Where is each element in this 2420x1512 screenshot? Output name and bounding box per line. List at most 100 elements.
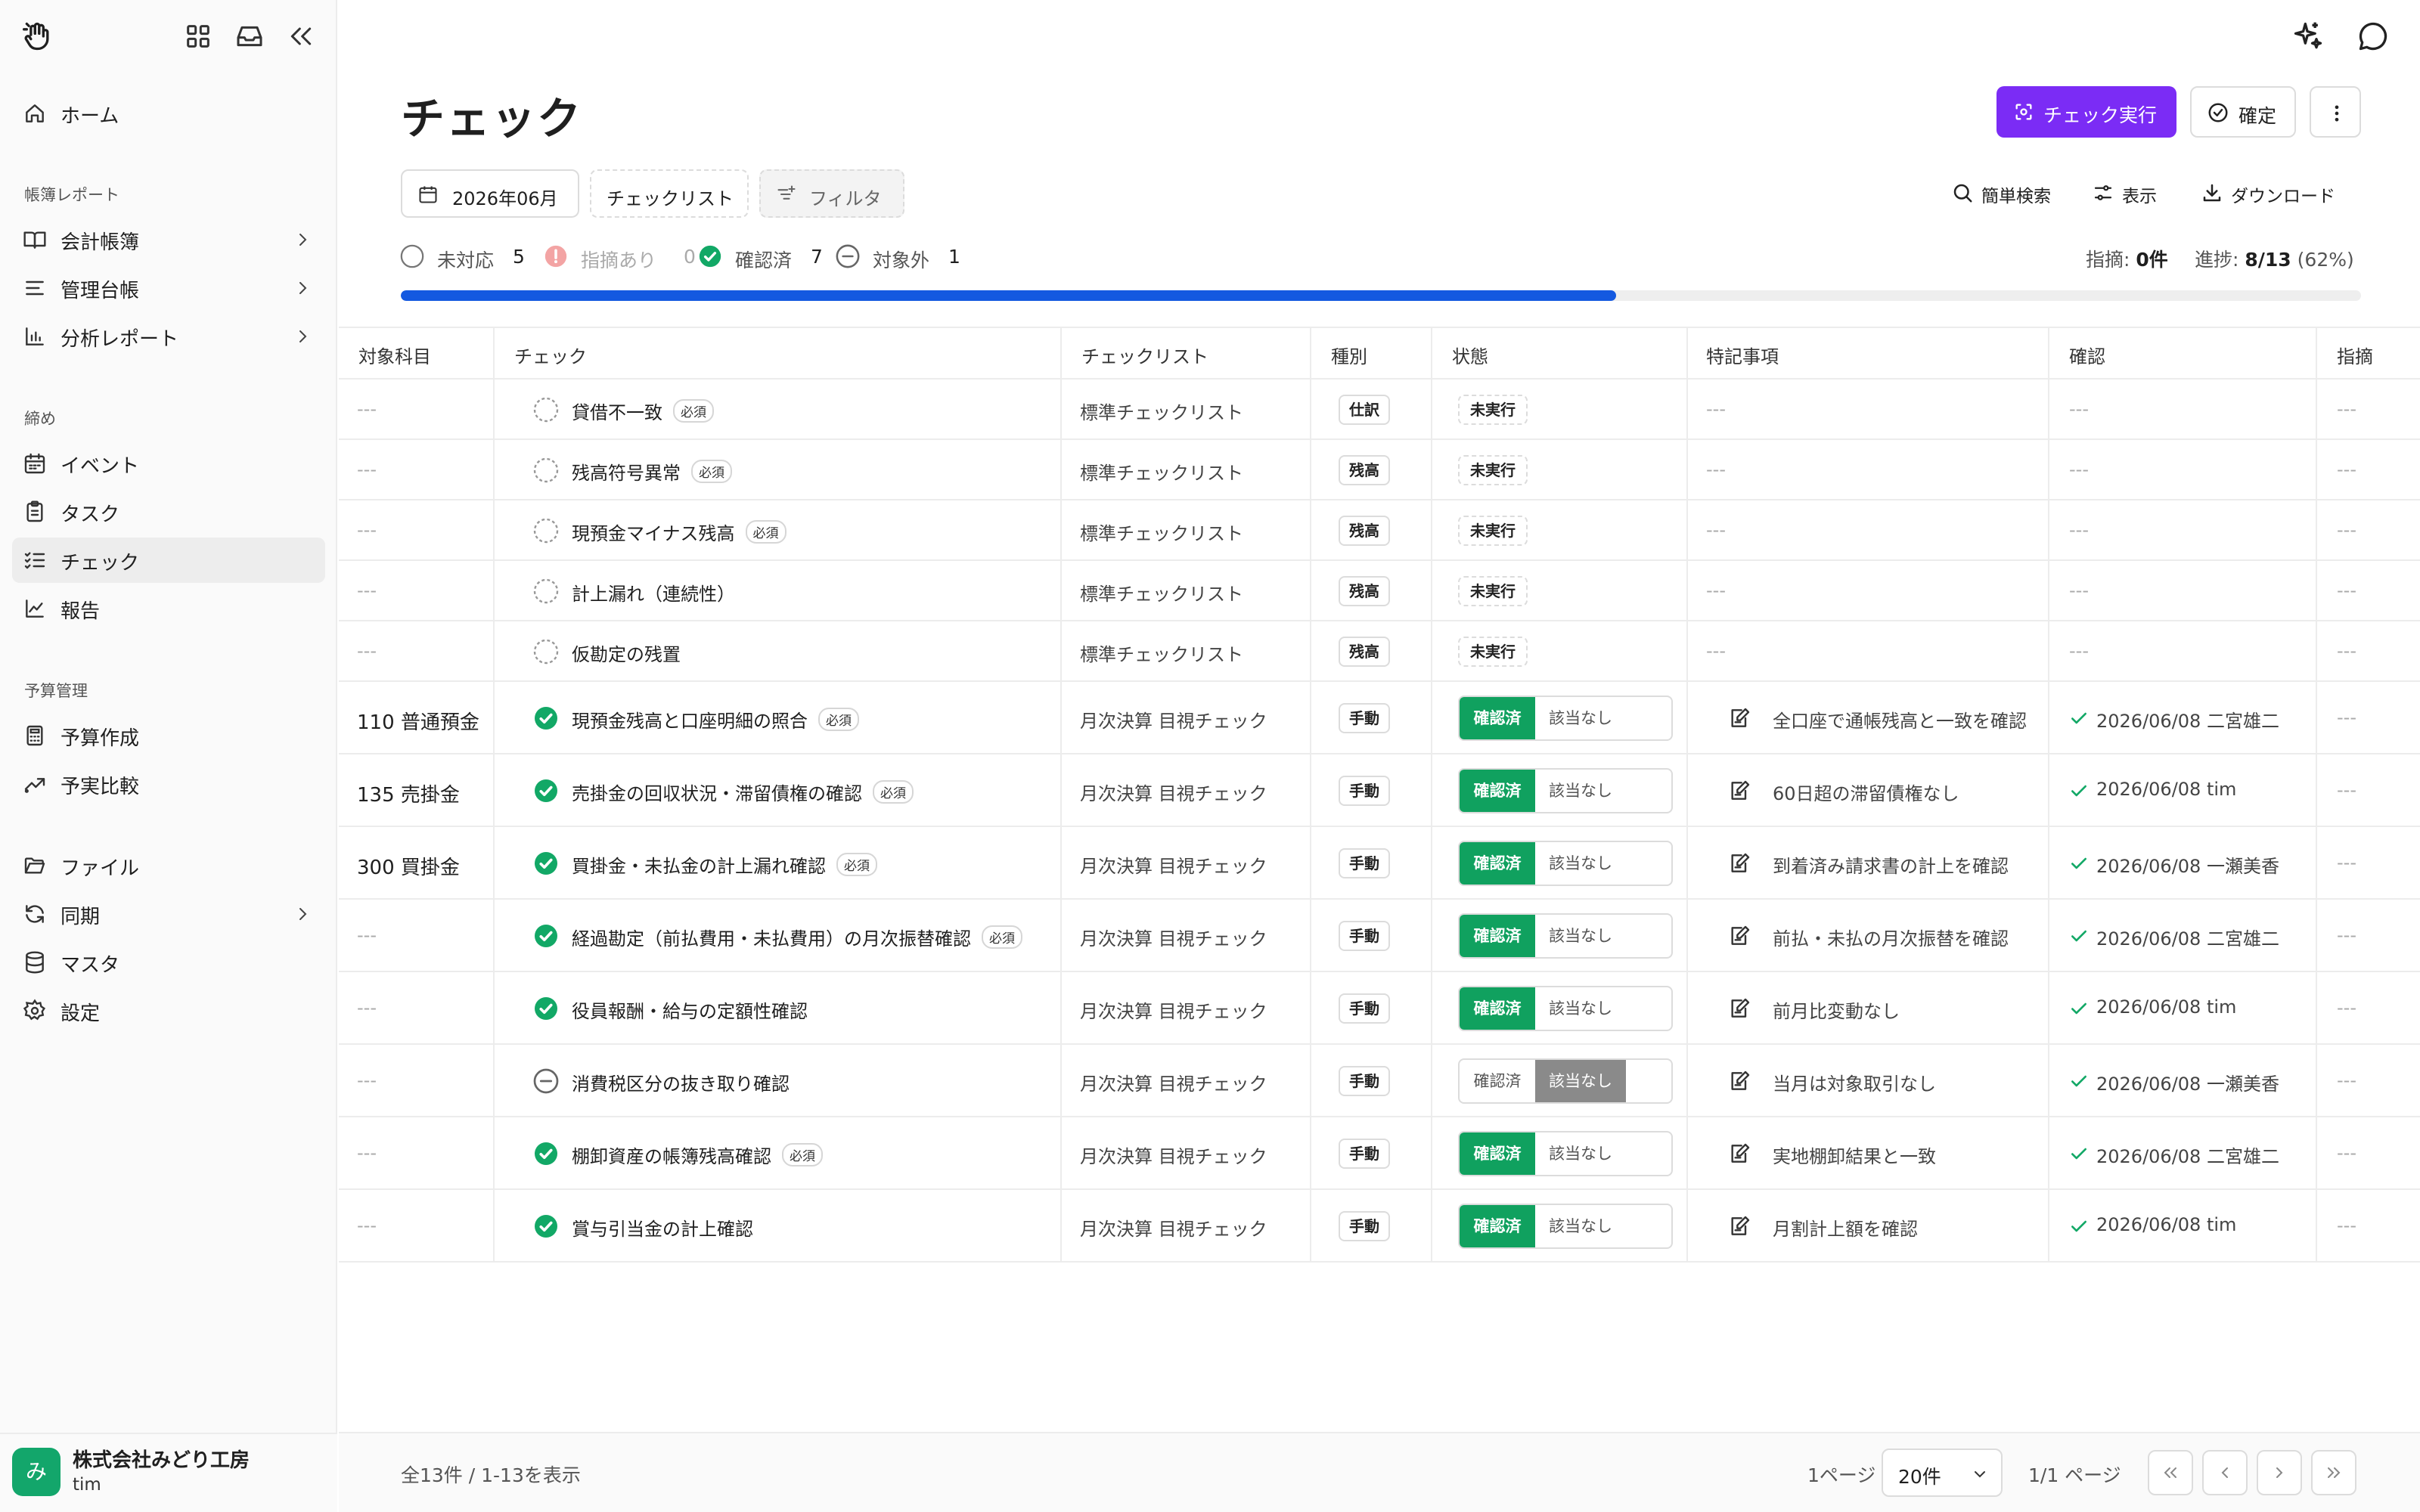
table-row[interactable]: --- 仮勘定の残置 標準チェックリスト 残高 未実行 --- --- --- — [339, 621, 2420, 682]
sidebar-item-settings[interactable]: 設定 — [12, 988, 325, 1033]
checklist-filter[interactable]: チェックリスト — [590, 169, 749, 218]
cell-check-name[interactable]: 売掛金の回収状況・滞留債権の確認 必須 — [572, 779, 914, 805]
cell-check-name[interactable]: 経過勘定（前払費用・未払費用）の月次振替確認 必須 — [572, 924, 1022, 950]
header-checklist[interactable]: チェックリスト — [1081, 342, 1208, 368]
status-toggle[interactable]: 確認済 該当なし — [1458, 696, 1673, 741]
status-confirmed-option[interactable]: 確認済 — [1460, 1205, 1535, 1247]
sidebar-item-home[interactable]: ホーム — [12, 91, 325, 136]
cell-check-name[interactable]: 仮勘定の残置 — [572, 640, 681, 666]
status-confirmed-option[interactable]: 確認済 — [1460, 770, 1535, 812]
cell-check-name[interactable]: 消費税区分の抜き取り確認 — [572, 1069, 790, 1095]
status-na-option[interactable]: 該当なし — [1535, 697, 1626, 739]
last-page-button[interactable] — [2311, 1450, 2356, 1495]
sidebar-item-budget-create[interactable]: 予算作成 — [12, 713, 325, 758]
status-na-option[interactable]: 該当なし — [1535, 1132, 1626, 1175]
header-type[interactable]: 種別 — [1331, 342, 1367, 368]
status-na-option[interactable]: 該当なし — [1535, 842, 1626, 885]
table-row[interactable]: 135 売掛金 売掛金の回収状況・滞留債権の確認 必須 月次決算 目視チェック 手動 確認… — [339, 754, 2420, 827]
status-na-option[interactable]: 該当なし — [1535, 770, 1626, 812]
cell-check-name[interactable]: 残高符号異常 必須 — [572, 458, 732, 485]
status-confirmed-option[interactable]: 確認済 — [1460, 1132, 1535, 1175]
table-row[interactable]: 300 買掛金 買掛金・未払金の計上漏れ確認 必須 月次決算 目視チェック 手動 確認済該… — [339, 827, 2420, 900]
sparkle-ai-icon[interactable] — [2291, 20, 2325, 53]
header-account[interactable]: 対象科目 — [358, 342, 431, 368]
inbox-icon[interactable] — [234, 21, 265, 51]
status-toggle[interactable]: 確認済 該当なし — [1458, 1204, 1673, 1249]
stat-count: 1 — [948, 246, 960, 268]
header-confirm[interactable]: 確認 — [2069, 342, 2105, 368]
header-check[interactable]: チェック — [514, 342, 587, 368]
table-row[interactable]: --- 貸借不一致 必須 標準チェックリスト 仕訳 未実行 --- --- --- — [339, 380, 2420, 440]
confirm-button[interactable]: 確定 — [2190, 86, 2296, 138]
sidebar-item-accounting-book[interactable]: 会計帳簿 — [12, 217, 325, 262]
table-row[interactable]: --- 現預金マイナス残高 必須 標準チェックリスト 残高 未実行 --- --- --- — [339, 500, 2420, 561]
sidebar-item-analysis-report[interactable]: 分析レポート — [12, 314, 325, 359]
next-page-button[interactable] — [2257, 1450, 2302, 1495]
status-toggle[interactable]: 確認済 該当なし — [1458, 1058, 1673, 1104]
hand-logo-icon[interactable] — [21, 20, 54, 53]
edit-note-icon[interactable] — [1727, 996, 1751, 1021]
sidebar-item-report[interactable]: 報告 — [12, 586, 325, 631]
status-toggle[interactable]: 確認済 該当なし — [1458, 841, 1673, 886]
status-toggle[interactable]: 確認済 該当なし — [1458, 1131, 1673, 1176]
header-notes[interactable]: 特記事項 — [1706, 342, 1779, 368]
status-toggle[interactable]: 確認済 該当なし — [1458, 913, 1673, 959]
cell-check-name[interactable]: 買掛金・未払金の計上漏れ確認 必須 — [572, 851, 877, 878]
edit-note-icon[interactable] — [1727, 851, 1751, 875]
account-switcher[interactable]: み 株式会社みどり工房 tim — [0, 1433, 337, 1512]
prev-page-button[interactable] — [2202, 1450, 2248, 1495]
sidebar-item-task[interactable]: タスク — [12, 489, 325, 534]
table-row[interactable]: 110 普通預金 現預金残高と口座明細の照合 必須 月次決算 目視チェック 手動 確認済該… — [339, 682, 2420, 754]
chat-bubble-icon[interactable] — [2356, 20, 2390, 53]
more-options-button[interactable] — [2310, 86, 2361, 138]
status-toggle[interactable]: 確認済 該当なし — [1458, 768, 1673, 813]
sidebar-item-file[interactable]: ファイル — [12, 843, 325, 888]
edit-note-icon[interactable] — [1727, 924, 1751, 948]
cell-check-name[interactable]: 棚卸資産の帳簿残高確認 必須 — [572, 1142, 823, 1168]
table-row[interactable]: --- 経過勘定（前払費用・未払費用）の月次振替確認 必須 月次決算 目視チェック 手動… — [339, 900, 2420, 972]
apps-grid-icon[interactable] — [183, 21, 213, 51]
status-confirmed-option[interactable]: 確認済 — [1460, 987, 1535, 1030]
cell-check-name[interactable]: 貸借不一致 必須 — [572, 398, 714, 424]
edit-note-icon[interactable] — [1727, 706, 1751, 730]
sidebar-item-budget-compare[interactable]: 予実比較 — [12, 761, 325, 807]
table-row[interactable]: --- 棚卸資産の帳簿残高確認 必須 月次決算 目視チェック 手動 確認済 該当なし 実地棚卸… — [339, 1117, 2420, 1190]
status-confirmed-option[interactable]: 確認済 — [1460, 1060, 1535, 1102]
sidebar-item-label: イベント — [60, 455, 140, 478]
period-picker[interactable]: 2026年06月 — [401, 169, 579, 218]
header-state[interactable]: 状態 — [1452, 342, 1488, 368]
filter-button[interactable]: フィルタ — [759, 169, 904, 218]
sidebar-item-sync[interactable]: 同期 — [12, 891, 325, 937]
edit-note-icon[interactable] — [1727, 1069, 1751, 1093]
cell-check-name[interactable]: 現預金マイナス残高 必須 — [572, 519, 786, 545]
status-confirmed-option[interactable]: 確認済 — [1460, 915, 1535, 957]
table-row[interactable]: --- 消費税区分の抜き取り確認 月次決算 目視チェック 手動 確認済 該当なし 当月は対象… — [339, 1045, 2420, 1117]
status-na-option[interactable]: 該当なし — [1535, 1060, 1626, 1102]
sidebar-item-master[interactable]: マスタ — [12, 940, 325, 985]
collapse-sidebar-icon[interactable] — [286, 21, 316, 51]
edit-note-icon[interactable] — [1727, 779, 1751, 803]
table-row[interactable]: --- 賞与引当金の計上確認 月次決算 目視チェック 手動 確認済 該当なし 月割計上額を確… — [339, 1190, 2420, 1263]
cell-check-name[interactable]: 現預金残高と口座明細の照合 必須 — [572, 706, 859, 733]
status-confirmed-option[interactable]: 確認済 — [1460, 697, 1535, 739]
table-row[interactable]: --- 役員報酬・給与の定額性確認 月次決算 目視チェック 手動 確認済 該当なし 前月比変… — [339, 972, 2420, 1045]
edit-note-icon[interactable] — [1727, 1214, 1751, 1238]
sidebar-item-management-ledger[interactable]: 管理台帳 — [12, 265, 325, 311]
run-check-button[interactable]: チェック実行 — [1996, 86, 2176, 138]
header-finding[interactable]: 指摘 — [2337, 342, 2373, 368]
sidebar-item-check[interactable]: チェック — [12, 538, 325, 583]
cell-check-name[interactable]: 計上漏れ（連続性） — [572, 579, 735, 606]
status-confirmed-option[interactable]: 確認済 — [1460, 842, 1535, 885]
table-row[interactable]: --- 残高符号異常 必須 標準チェックリスト 残高 未実行 --- --- --- — [339, 440, 2420, 500]
status-toggle[interactable]: 確認済 該当なし — [1458, 986, 1673, 1031]
first-page-button[interactable] — [2148, 1450, 2193, 1495]
table-row[interactable]: --- 計上漏れ（連続性） 標準チェックリスト 残高 未実行 --- --- --- — [339, 561, 2420, 621]
cell-check-name[interactable]: 賞与引当金の計上確認 — [572, 1214, 753, 1241]
status-na-option[interactable]: 該当なし — [1535, 915, 1626, 957]
cell-check-name[interactable]: 役員報酬・給与の定額性確認 — [572, 996, 808, 1023]
status-na-option[interactable]: 該当なし — [1535, 1205, 1626, 1247]
per-page-select[interactable]: 20件 — [1882, 1448, 2003, 1497]
edit-note-icon[interactable] — [1727, 1142, 1751, 1166]
sidebar-item-event[interactable]: イベント — [12, 441, 325, 486]
status-na-option[interactable]: 該当なし — [1535, 987, 1626, 1030]
